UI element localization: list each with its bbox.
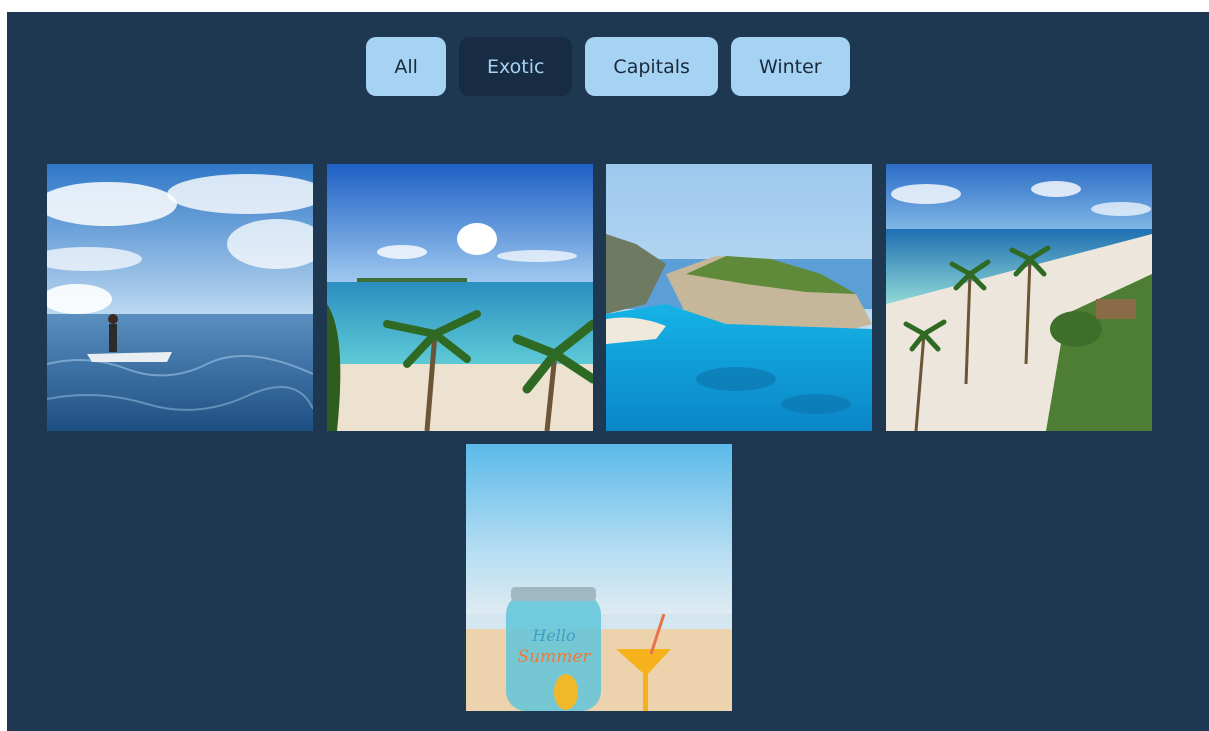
app-frame: All Exotic Capitals Winter Hello Summer	[7, 12, 1209, 731]
cove-image	[606, 164, 872, 431]
gallery-photo-hello-summer[interactable]: Hello Summer	[466, 444, 732, 711]
filter-all-button[interactable]: All	[366, 37, 446, 96]
hello-summer-image: Hello Summer	[466, 444, 732, 711]
filter-winter-button[interactable]: Winter	[730, 37, 850, 96]
gallery-photo-jetski[interactable]	[47, 164, 313, 431]
filter-bar: All Exotic Capitals Winter	[7, 37, 1209, 96]
resort-image	[886, 164, 1152, 431]
filter-capitals-button[interactable]: Capitals	[585, 37, 718, 96]
jar-text-summer: Summer	[517, 647, 591, 667]
gallery-photo-tropical-beach[interactable]	[327, 164, 593, 431]
jetski-image	[47, 164, 313, 431]
gallery-photo-resort[interactable]	[886, 164, 1152, 431]
gallery-photo-cove[interactable]	[606, 164, 872, 431]
tropical-beach-image	[327, 164, 593, 431]
filter-exotic-button[interactable]: Exotic	[458, 37, 573, 96]
jar-text-hello: Hello	[531, 626, 575, 645]
